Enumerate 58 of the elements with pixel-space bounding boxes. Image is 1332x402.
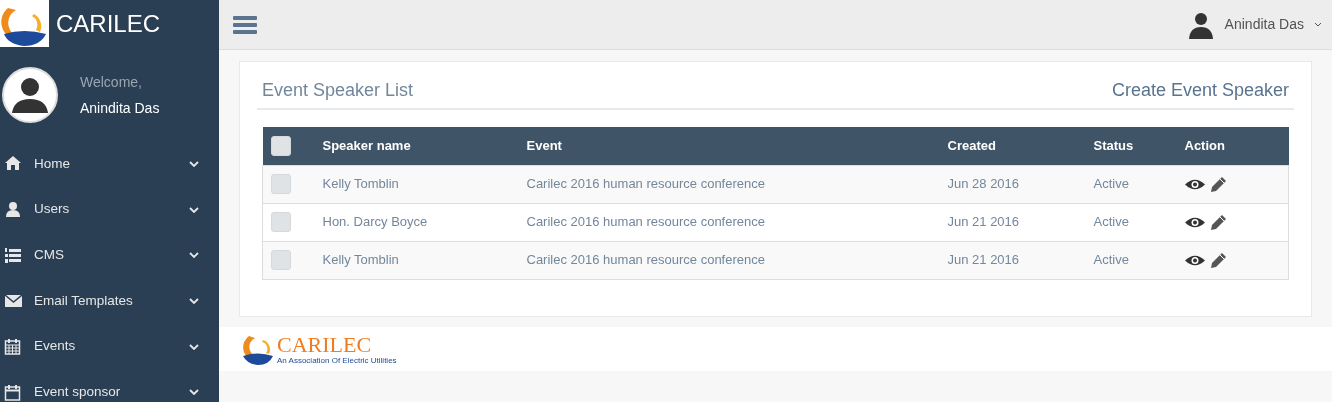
pencil-icon[interactable] — [1209, 175, 1227, 193]
nav-item[interactable]: Home — [0, 141, 219, 187]
welcome-text: Welcome, — [80, 72, 143, 92]
logo-icon — [0, 0, 49, 47]
eye-icon[interactable] — [1184, 253, 1205, 267]
calendar-icon — [4, 383, 22, 401]
column-header: Created — [947, 138, 996, 153]
column-header: Speaker name — [322, 138, 411, 153]
chevron-down-icon — [189, 160, 199, 167]
menu-icon[interactable] — [233, 14, 257, 35]
caret-icon — [1314, 22, 1322, 27]
home-icon — [4, 155, 22, 173]
numbered-list-icon — [4, 246, 22, 264]
nav-item[interactable]: Event sponsor — [0, 369, 219, 402]
pencil-icon[interactable] — [1209, 251, 1227, 269]
panel-title: Event Speaker List — [262, 78, 414, 102]
eye-icon[interactable] — [1184, 215, 1205, 229]
user-name: Anindita Das — [80, 98, 160, 118]
chevron-down-icon — [189, 343, 199, 350]
chevron-down-icon — [189, 206, 199, 213]
chevron-down-icon — [189, 252, 199, 259]
user-menu[interactable]: Anindita Das — [1186, 10, 1322, 39]
brand-name: CARILEC — [56, 8, 161, 39]
nav-item[interactable]: Users — [0, 186, 219, 233]
checkbox[interactable] — [271, 250, 291, 270]
footer-brand: CARILEC — [277, 333, 373, 356]
table-cell: Carilec 2016 human resource conference — [526, 214, 765, 230]
nav-item[interactable]: CMS — [0, 232, 219, 279]
avatar-icon — [1186, 10, 1215, 39]
avatar-icon — [2, 67, 58, 123]
chevron-down-icon — [189, 297, 199, 304]
table-cell: Active — [1093, 214, 1129, 230]
calendar-icon — [4, 338, 22, 356]
footer-tagline: An Association Of Electric Utilities — [277, 355, 397, 365]
table-cell: Kelly Tomblin — [322, 252, 399, 268]
chevron-down-icon — [189, 389, 199, 396]
table-cell: Active — [1093, 176, 1129, 192]
table-cell: Active — [1093, 252, 1129, 268]
column-header: Action — [1184, 138, 1225, 153]
table-cell: Carilec 2016 human resource conference — [526, 252, 765, 268]
table-cell: Jun 21 2016 — [947, 252, 1020, 268]
envelope-icon — [4, 292, 22, 310]
table-cell: Hon. Darcy Boyce — [322, 214, 428, 230]
table-cell: Jun 28 2016 — [947, 176, 1020, 192]
eye-icon[interactable] — [1184, 177, 1205, 191]
create-link[interactable]: Create Event Speaker — [1111, 76, 1289, 104]
table-cell: Kelly Tomblin — [322, 176, 399, 192]
table-cell: Jun 21 2016 — [947, 214, 1020, 230]
nav-item[interactable]: Email Templates — [0, 278, 219, 324]
checkbox[interactable] — [271, 212, 291, 232]
pencil-icon[interactable] — [1209, 213, 1227, 231]
checkbox[interactable] — [271, 174, 291, 194]
column-header: Event — [526, 138, 562, 153]
user-icon — [4, 201, 22, 219]
table-cell: Carilec 2016 human resource conference — [526, 176, 765, 192]
column-header: Status — [1093, 138, 1134, 153]
checkbox[interactable] — [270, 135, 291, 156]
nav-item[interactable]: Events — [0, 323, 219, 370]
